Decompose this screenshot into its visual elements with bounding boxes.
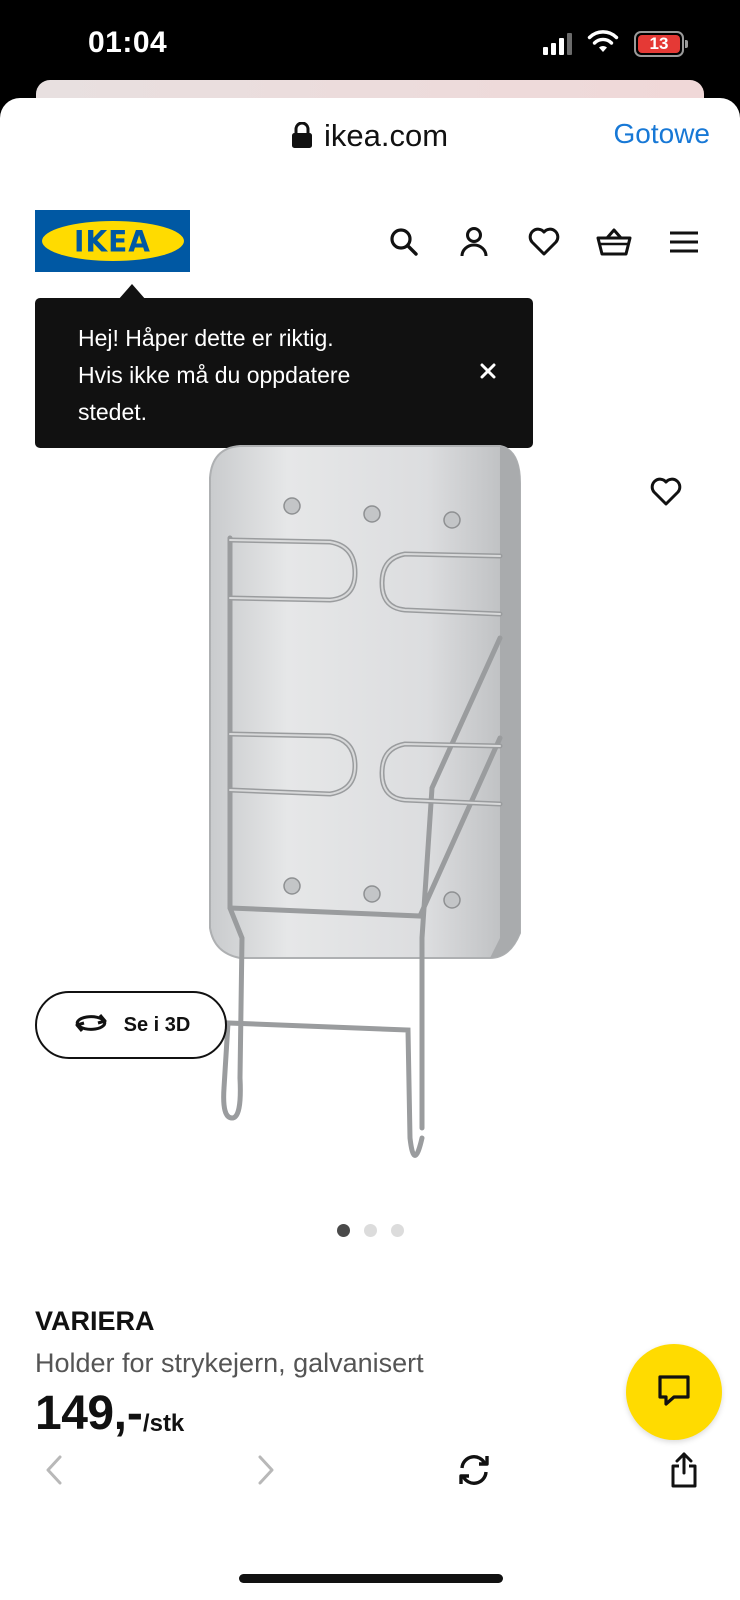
product-description: Holder for strykejern, galvanisert: [35, 1348, 424, 1378]
battery-level: 13: [638, 34, 680, 53]
product-name: VARIERA: [35, 1306, 155, 1336]
save-favourite-icon[interactable]: [644, 470, 688, 514]
tooltip-message: Hej! Håper dette er riktig. Hvis ikke må…: [78, 320, 438, 431]
menu-icon[interactable]: [662, 220, 706, 264]
tooltip-line: Hej! Håper dette er riktig.: [78, 325, 334, 351]
home-indicator[interactable]: [239, 1574, 503, 1583]
wifi-icon: [586, 28, 620, 59]
product-image[interactable]: [200, 438, 540, 1158]
view-in-3d-label: Se i 3D: [123, 1013, 191, 1036]
forward-icon[interactable]: [244, 1448, 288, 1492]
url-bar[interactable]: ikea.com Gotowe: [0, 98, 740, 178]
logo-text: IKEA: [74, 223, 151, 259]
gallery-dot[interactable]: [336, 1224, 350, 1237]
tooltip-arrow: [118, 284, 146, 300]
status-time: 01:04: [88, 26, 168, 59]
status-indicators: 13: [543, 28, 688, 59]
battery-icon: 13: [634, 30, 688, 57]
gallery-dot[interactable]: [363, 1224, 377, 1237]
lock-icon: [291, 120, 312, 156]
tooltip-line: stedet.: [78, 399, 148, 425]
price-amount: 149: [35, 1387, 114, 1440]
price-suffix: ,-: [113, 1387, 143, 1440]
view-in-3d-button[interactable]: Se i 3D: [35, 991, 227, 1059]
rotate-3d-icon: [72, 1011, 110, 1040]
back-icon[interactable]: [32, 1448, 76, 1492]
tooltip-line: Hvis ikke må du oppdatere: [78, 362, 351, 388]
chat-button[interactable]: [626, 1344, 722, 1440]
favourites-icon[interactable]: [522, 220, 566, 264]
browser-sheet: ikea.com Gotowe IKEA Hej! Håper dette er…: [0, 98, 740, 1600]
url-text: ikea.com: [323, 118, 449, 153]
share-icon[interactable]: [662, 1448, 706, 1492]
cellular-signal-icon: [543, 32, 572, 55]
close-icon[interactable]: [473, 356, 503, 386]
search-icon[interactable]: [382, 220, 426, 264]
done-button[interactable]: Gotowe: [614, 118, 711, 150]
status-bar: 01:04 13: [0, 0, 740, 90]
browser-toolbar: [0, 1436, 740, 1506]
location-tooltip: Hej! Håper dette er riktig. Hvis ikke må…: [35, 284, 533, 448]
account-icon[interactable]: [452, 220, 496, 264]
gallery-dot[interactable]: [390, 1224, 404, 1237]
price-unit: /stk: [142, 1410, 185, 1437]
gallery-pagination: [0, 1224, 740, 1237]
basket-icon[interactable]: [592, 220, 636, 264]
chat-icon: [656, 1373, 692, 1412]
header-nav: [382, 220, 706, 264]
product-price: 149 ,-/stk: [35, 1388, 184, 1440]
ikea-logo[interactable]: IKEA: [35, 210, 190, 272]
reload-icon[interactable]: [452, 1448, 496, 1492]
